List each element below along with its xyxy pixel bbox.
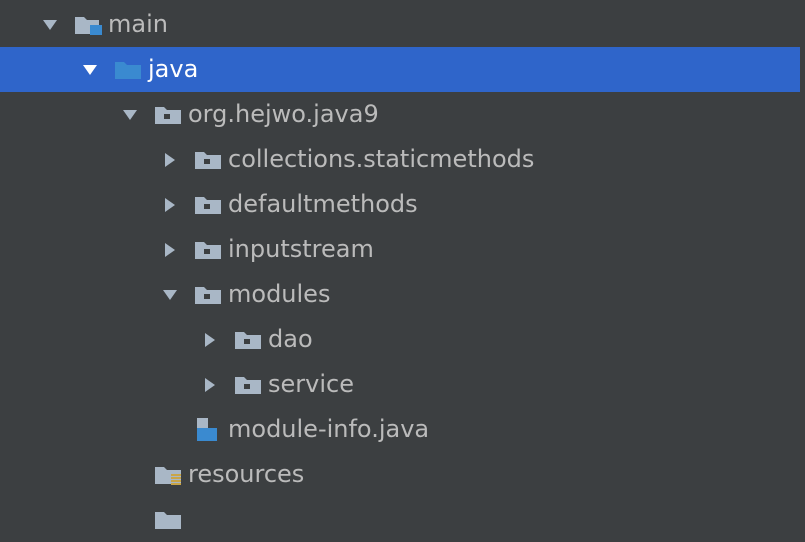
expand-arrow-right-icon[interactable] bbox=[160, 240, 180, 260]
tree-row-label: defaultmethods bbox=[228, 190, 418, 218]
folder-icon bbox=[154, 509, 184, 531]
package-icon bbox=[234, 329, 264, 351]
tree-row-label: module-info.java bbox=[228, 415, 430, 443]
package-icon bbox=[194, 239, 224, 261]
tree-row-label: collections.staticmethods bbox=[228, 145, 535, 173]
expand-arrow-down-icon[interactable] bbox=[120, 105, 140, 125]
tree-row-label: modules bbox=[228, 280, 331, 308]
resources-folder-icon bbox=[154, 464, 184, 486]
tree-row-label: main bbox=[108, 10, 168, 38]
tree-row-label: dao bbox=[268, 325, 313, 353]
expand-arrow-right-icon[interactable] bbox=[200, 375, 220, 395]
tree-row[interactable]: resources bbox=[0, 452, 800, 497]
expand-arrow-right-icon[interactable] bbox=[160, 195, 180, 215]
tree-row[interactable]: defaultmethods bbox=[0, 182, 800, 227]
tree-row-label: service bbox=[268, 370, 354, 398]
tree-row-label: java bbox=[148, 55, 199, 83]
tree-row[interactable]: module-info.java bbox=[0, 407, 800, 452]
tree-row-label: org.hejwo.java9 bbox=[188, 100, 379, 128]
tree-row[interactable]: java bbox=[0, 47, 800, 92]
expand-arrow-down-icon[interactable] bbox=[80, 60, 100, 80]
package-icon bbox=[154, 104, 184, 126]
tree-row-label: resources bbox=[188, 460, 305, 488]
package-icon bbox=[194, 194, 224, 216]
expand-arrow-down-icon[interactable] bbox=[160, 285, 180, 305]
package-icon bbox=[194, 149, 224, 171]
tree-row[interactable]: org.hejwo.java9 bbox=[0, 92, 800, 137]
tree-row[interactable]: modules bbox=[0, 272, 800, 317]
package-icon bbox=[194, 284, 224, 306]
project-tree: main java org.hejwo.java9 collections.stati… bbox=[0, 0, 805, 529]
tree-row[interactable]: main bbox=[0, 2, 800, 47]
tree-row[interactable] bbox=[0, 497, 800, 542]
module-folder-icon bbox=[74, 14, 104, 36]
tree-row[interactable]: dao bbox=[0, 317, 800, 362]
tree-row[interactable]: service bbox=[0, 362, 800, 407]
expand-arrow-right-icon[interactable] bbox=[160, 150, 180, 170]
java-module-file-icon bbox=[194, 416, 224, 444]
expand-arrow-right-icon[interactable] bbox=[200, 330, 220, 350]
package-icon bbox=[234, 374, 264, 396]
source-folder-icon bbox=[114, 59, 144, 81]
tree-row[interactable]: collections.staticmethods bbox=[0, 137, 800, 182]
expand-arrow-down-icon[interactable] bbox=[40, 15, 60, 35]
tree-row-label: inputstream bbox=[228, 235, 374, 263]
tree-row[interactable]: inputstream bbox=[0, 227, 800, 272]
